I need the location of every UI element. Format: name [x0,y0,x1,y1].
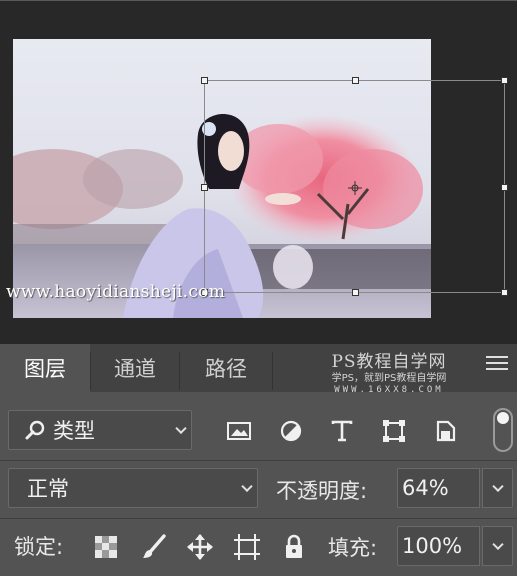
lock-artboard-icon[interactable] [233,533,261,561]
document-canvas[interactable]: www.haoyidiansheji.com [0,0,517,350]
watermark-url-text: www.haoyidiansheji.com [6,282,226,302]
transform-handle-right[interactable] [501,184,508,191]
layer-filter-value: 类型 [53,419,95,443]
opacity-input[interactable]: 64% [397,468,480,508]
adjustment-filter-icon[interactable] [276,417,306,445]
brand-watermark: PS教程自学网 学PS，就到PS教程自学网 WWW.16XX8.COM [305,347,473,395]
lock-all-icon[interactable] [280,533,308,561]
lock-label: 锁定: [14,535,64,559]
type-filter-icon[interactable] [327,417,357,445]
lock-image-pixels-icon[interactable] [140,533,168,561]
chevron-down-icon [492,480,504,493]
brand-title: PS教程自学网 [331,352,447,372]
panel-tab-bar: 图层 通道 路径 PS教程自学网 学PS，就到PS教程自学网 WWW.16XX8… [0,344,517,395]
layer-filter-toggle[interactable] [493,408,513,452]
row-divider [0,518,517,519]
brand-subtitle: 学PS，就到PS教程自学网 [331,373,447,384]
toggle-knob [497,412,509,424]
layer-filter-select[interactable]: 类型 [8,410,192,450]
shape-filter-icon[interactable] [379,417,409,445]
search-icon [25,420,45,440]
chevron-down-icon [175,422,187,435]
tab-divider [272,352,273,390]
layers-panel: 图层 通道 路径 PS教程自学网 学PS，就到PS教程自学网 WWW.16XX8… [0,344,517,576]
tab-channels[interactable]: 通道 [92,344,178,392]
transform-handle-bottom[interactable] [352,289,359,296]
transform-handle-top-right[interactable] [501,77,508,84]
brand-url: WWW.16XX8.COM [334,385,444,395]
fill-input[interactable]: 100% [397,526,480,566]
fill-slider-button[interactable] [482,526,513,566]
transform-handle-top-left[interactable] [201,77,208,84]
transform-handle-top[interactable] [352,77,359,84]
lock-transparent-pixels-icon[interactable] [92,533,120,561]
transform-handle-bottom-right[interactable] [501,289,508,296]
row-divider [0,460,517,461]
tab-divider [90,352,91,390]
chevron-down-icon [492,538,504,551]
smart-object-filter-icon[interactable] [431,417,461,445]
lock-position-icon[interactable] [186,533,214,561]
fill-label: 填充: [328,536,378,560]
opacity-label: 不透明度: [276,479,368,503]
panel-menu-icon[interactable] [486,356,508,376]
image-filter-icon[interactable] [224,417,254,445]
blend-mode-select[interactable]: 正常 [8,468,258,508]
transform-handle-left[interactable] [201,184,208,191]
opacity-slider-button[interactable] [482,468,513,508]
chevron-down-icon [241,480,253,493]
tab-paths[interactable]: 路径 [180,344,272,392]
transform-reference-point-icon[interactable] [348,181,362,195]
tab-layers[interactable]: 图层 [0,344,90,392]
blend-mode-value: 正常 [27,477,69,501]
